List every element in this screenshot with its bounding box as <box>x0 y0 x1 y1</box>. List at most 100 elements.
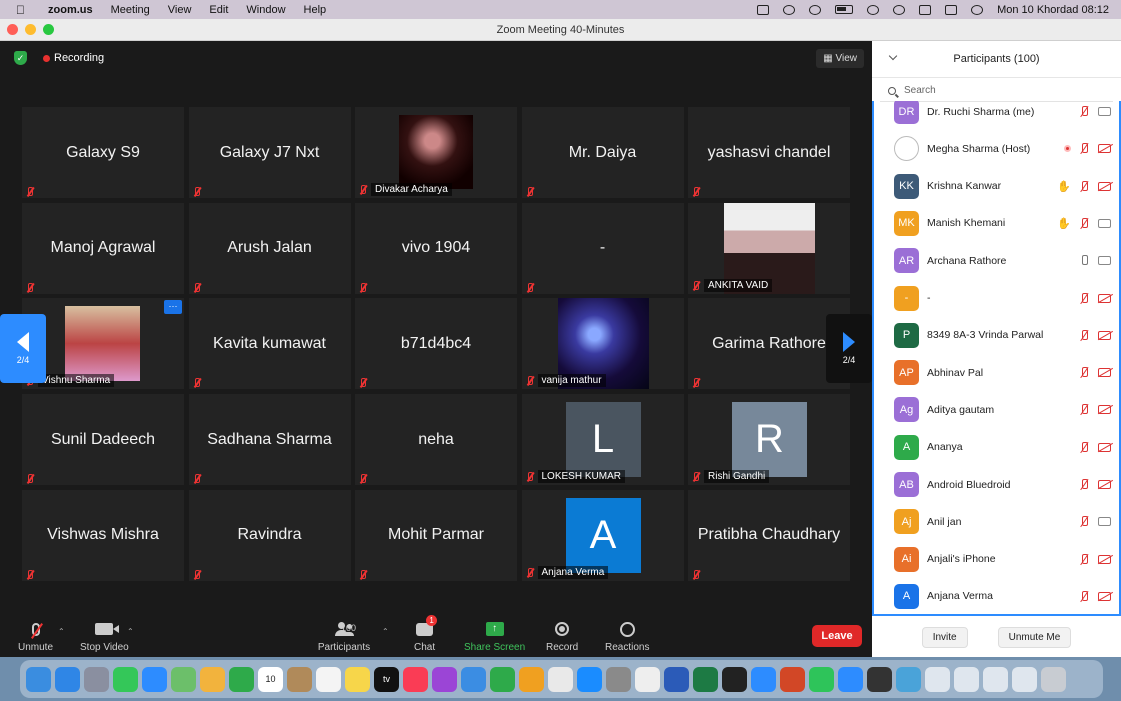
menu-meeting[interactable]: Meeting <box>111 4 150 16</box>
video-tile[interactable]: Galaxy J7 Nxt <box>188 107 351 198</box>
stop-video-button[interactable]: Stop Video <box>80 619 129 653</box>
tile-more-options-button[interactable]: ··· <box>164 300 182 315</box>
doc-thumb-3-icon[interactable] <box>983 666 1008 692</box>
doc-thumb-1-icon[interactable] <box>925 666 950 692</box>
music-icon[interactable] <box>403 666 428 692</box>
podcasts-icon[interactable] <box>432 666 457 692</box>
preview-icon[interactable] <box>896 666 921 692</box>
zoom-icon[interactable] <box>838 666 863 692</box>
menu-app[interactable]: zoom.us <box>48 4 93 16</box>
video-tile[interactable]: R Rishi Gandhi <box>688 394 850 486</box>
menu-edit[interactable]: Edit <box>209 4 228 16</box>
battery-icon[interactable] <box>835 5 854 14</box>
participant-row[interactable]: Ai Anjali's iPhone <box>874 541 1119 578</box>
participant-row[interactable]: Megha Sharma (Host) <box>874 130 1119 167</box>
powerpoint-icon[interactable] <box>780 666 805 692</box>
minimize-window-icon[interactable] <box>25 24 36 35</box>
participant-row[interactable]: KK Krishna Kanwar ✋ <box>874 168 1119 205</box>
menu-view[interactable]: View <box>168 4 192 16</box>
video-tile[interactable]: Manoj Agrawal <box>22 202 184 294</box>
notes-icon[interactable] <box>345 666 370 692</box>
participant-row[interactable]: AB Android Bluedroid <box>874 466 1119 503</box>
messages-icon[interactable] <box>113 666 138 692</box>
fullscreen-window-icon[interactable] <box>43 24 54 35</box>
video-tile[interactable]: Sadhana Sharma <box>188 394 351 486</box>
mail-icon[interactable] <box>142 666 167 692</box>
video-tile[interactable]: A Anjana Verma <box>521 489 684 581</box>
security-shield-icon[interactable]: ✓ <box>14 51 27 65</box>
moon-icon[interactable] <box>809 4 822 15</box>
doc-thumb-4-icon[interactable] <box>1012 666 1037 692</box>
facetime-icon[interactable] <box>229 666 254 692</box>
participant-row[interactable]: AR Archana Rathore <box>874 242 1119 279</box>
safari-icon[interactable] <box>55 666 80 692</box>
video-tile[interactable]: Mohit Parmar <box>355 489 517 581</box>
launchpad-icon[interactable] <box>84 666 109 692</box>
word-icon[interactable] <box>664 666 689 692</box>
search-input[interactable]: Search <box>904 85 936 96</box>
participant-row[interactable]: MK Manish Khemani ✋ <box>874 205 1119 242</box>
reactions-button[interactable]: Reactions <box>605 619 649 653</box>
recording-indicator[interactable]: ✓ Recording <box>14 51 104 65</box>
menubar-clock[interactable]: Mon 10 Khordad 08:12 <box>997 4 1109 16</box>
settings-icon[interactable] <box>606 666 631 692</box>
share-screen-button[interactable]: ↑ Share Screen <box>464 619 525 653</box>
video-tile[interactable]: Kavita kumawat <box>188 298 351 390</box>
calendar-icon[interactable]: 10 <box>258 666 283 692</box>
participants-search[interactable]: Search <box>880 80 1113 102</box>
zoom-status-icon[interactable] <box>757 4 770 15</box>
video-tile[interactable]: Mr. Daiya <box>521 107 684 198</box>
unmute-me-button[interactable]: Unmute Me <box>997 626 1072 648</box>
screen-mirroring-icon[interactable] <box>919 4 932 15</box>
video-tile[interactable]: Galaxy S9 <box>22 107 184 198</box>
participant-row[interactable]: -- <box>874 280 1119 317</box>
unmute-button[interactable]: Unmute <box>18 619 53 653</box>
finder-icon[interactable] <box>26 666 51 692</box>
spotlight-icon[interactable] <box>893 4 906 15</box>
apple-menu-icon[interactable]:  <box>16 3 30 17</box>
audio-options-caret-icon[interactable]: ⌃ <box>58 627 65 636</box>
video-tile[interactable]: Ravindra <box>188 489 351 581</box>
bluetooth-icon[interactable] <box>751 666 776 692</box>
previous-page-button[interactable]: 2/4 <box>0 314 46 383</box>
pages-icon[interactable] <box>519 666 544 692</box>
video-options-caret-icon[interactable]: ⌃ <box>127 627 134 636</box>
invite-button[interactable]: Invite <box>921 626 968 648</box>
participants-list[interactable]: DR Dr. Ruchi Sharma (me) Megha Sharma (Hos… <box>872 101 1121 616</box>
participant-row[interactable]: P 8349 8A-3 Vrinda Parwal <box>874 317 1119 354</box>
video-tile[interactable]: Arush Jalan <box>188 202 351 294</box>
appstore-icon[interactable] <box>577 666 602 692</box>
menu-window[interactable]: Window <box>246 4 285 16</box>
video-tile[interactable]: Sunil Dadeech <box>22 394 184 486</box>
video-tile[interactable]: L LOKESH KUMAR <box>521 394 684 486</box>
whatsapp-icon[interactable] <box>809 666 834 692</box>
participant-row[interactable]: Aj Anil jan <box>874 503 1119 540</box>
video-tile[interactable]: Divakar Acharya <box>355 107 517 198</box>
siri-icon[interactable] <box>971 4 984 15</box>
video-tile[interactable]: Vishnu Sharma ··· <box>22 298 184 390</box>
play-icon[interactable] <box>783 4 796 15</box>
keynote-icon[interactable] <box>461 666 486 692</box>
leave-button[interactable]: Leave <box>812 625 862 647</box>
close-window-icon[interactable] <box>7 24 18 35</box>
appletv-icon[interactable]: tv <box>374 666 399 692</box>
video-tile[interactable]: ANKITA VAID <box>688 202 850 294</box>
participant-row[interactable]: Ag Aditya gautam <box>874 391 1119 428</box>
video-tile[interactable]: Pratibha Chaudhary <box>688 489 850 581</box>
photos-icon[interactable] <box>200 666 225 692</box>
participants-button[interactable]: 100 Participants <box>317 619 371 653</box>
video-tile[interactable]: vivo 1904 <box>355 202 517 294</box>
numbers-icon[interactable] <box>490 666 515 692</box>
chevron-down-icon[interactable] <box>888 51 898 61</box>
chat-button[interactable]: 1 Chat <box>414 615 438 653</box>
participant-row[interactable]: DR Dr. Ruchi Sharma (me) <box>874 101 1119 130</box>
record-button[interactable]: Record <box>546 619 578 653</box>
doc-thumb-2-icon[interactable] <box>954 666 979 692</box>
view-button[interactable]: ▦ View <box>816 49 864 68</box>
video-tile[interactable]: Vishwas Mishra <box>22 489 184 581</box>
excel-icon[interactable] <box>693 666 718 692</box>
next-page-button[interactable]: 2/4 <box>826 314 872 383</box>
maps-icon[interactable] <box>171 666 196 692</box>
contacts-icon[interactable] <box>287 666 312 692</box>
menu-help[interactable]: Help <box>304 4 327 16</box>
